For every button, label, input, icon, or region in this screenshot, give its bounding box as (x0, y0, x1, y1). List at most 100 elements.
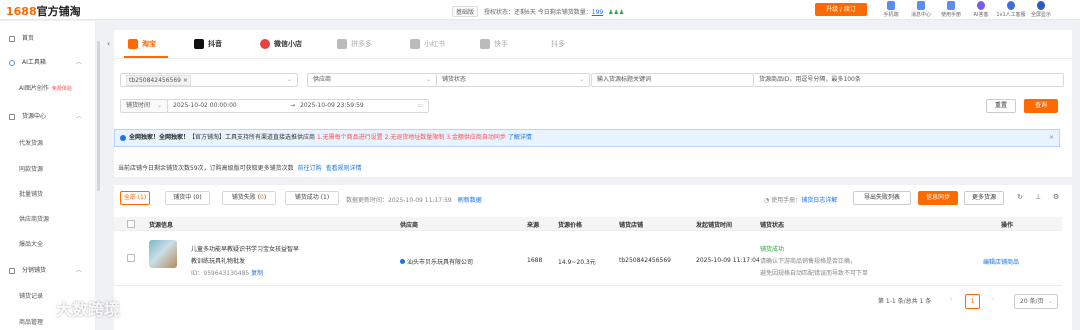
sidebar-group-ai[interactable]: AI工具箱 ︿ (0, 57, 96, 69)
notice-detail-link[interactable]: 了解详情 (508, 134, 532, 141)
status-select[interactable]: 铺货状态 ⌄ (436, 73, 590, 87)
prev-page-icon[interactable]: ‹ (950, 296, 952, 303)
settings-icon[interactable]: ⚙ (1053, 193, 1059, 201)
question-icon: ◔ (764, 197, 770, 204)
store-chip: tb250842456569 × (126, 75, 191, 86)
app-logo: 1688官方铺淘 (6, 5, 81, 18)
scrollbar-thumb[interactable] (97, 41, 100, 191)
top-fullscreen[interactable]: 全屏显示 (1026, 0, 1056, 20)
sidebar-item-batch[interactable]: 批量铺货 (0, 189, 96, 201)
product-id-input[interactable]: 货源商品ID，用逗号分隔，最多100条 (753, 73, 1064, 87)
cart-icon (9, 114, 15, 120)
sidebar-group-sources[interactable]: 货源中心 ︿ (0, 111, 96, 123)
ai-toolbox-icon (9, 60, 15, 66)
trial-badge: 基础版 (452, 6, 479, 17)
collapse-sidebar-icon[interactable]: ‹ (107, 39, 113, 48)
reset-button[interactable]: 重置 (986, 99, 1016, 113)
tab-pinduoduo[interactable]: 拼多多 (337, 39, 372, 51)
export-failed-button[interactable]: 导出失败列表 (853, 191, 911, 205)
refresh-data-link[interactable]: 刷新数据 (458, 197, 482, 204)
top-manual[interactable]: 使用手册 (936, 0, 966, 20)
kuaishou-icon (480, 39, 490, 49)
refresh-icon[interactable]: ↻ (1017, 193, 1023, 201)
supplier-icon (400, 259, 405, 264)
upgrade-button[interactable]: 升级 / 续订 (815, 3, 867, 16)
tab-xiaohongshu[interactable]: 小红书 (410, 39, 445, 51)
headset-icon (1007, 1, 1015, 10)
top-support[interactable]: 1v1人工客服 (996, 0, 1026, 20)
chevron-down-icon: ⌄ (156, 102, 162, 109)
status-tab-in-progress[interactable]: 铺货中 (0) (165, 191, 210, 205)
status-tab-success[interactable]: 铺货成功 (1) (285, 191, 339, 205)
wechat-store-icon (260, 39, 270, 49)
top-messages[interactable]: 消息中心 (906, 0, 936, 20)
taobao-icon (128, 39, 138, 49)
top-ai[interactable]: AI答客 (966, 0, 996, 20)
tab-douduo[interactable]: 抖多 (551, 39, 565, 51)
more-sources-button[interactable]: 更多货源 (964, 191, 1004, 205)
next-page-icon[interactable]: › (992, 296, 994, 303)
start-time: 2025-10-02 00:00:00 (173, 102, 237, 109)
calendar-icon: ▭ (417, 102, 423, 109)
supplier-select[interactable]: 供应商 ⌄ (307, 73, 437, 87)
quota-text: 当前店铺今日剩余铺货次数59次，订购高级版可获取更多铺货次数 前往订购 查看规则详情 (118, 165, 362, 172)
tab-kuaishou[interactable]: 快手 (480, 39, 508, 51)
close-icon[interactable]: × (1049, 130, 1054, 146)
sidebar-item-dropship[interactable]: 代发货源 (0, 138, 96, 150)
data-update-time: 数据更新时间：2025-10-09 11:17:59 刷新数据 (346, 197, 482, 204)
page-size-select[interactable]: 20 条/页 ⌄ (1014, 294, 1058, 309)
copy-id-link[interactable]: 复制 (251, 270, 263, 277)
chevron-down-icon: ⌄ (425, 76, 431, 83)
bell-icon (917, 1, 925, 10)
sidebar-scrollbar[interactable] (96, 33, 100, 330)
watermark-logo-icon (38, 303, 52, 318)
top-phone[interactable]: 手机端 (876, 0, 906, 20)
edit-store-product-link[interactable]: 编辑店铺商品 (983, 257, 1019, 266)
product-image[interactable] (149, 240, 177, 268)
tab-taobao[interactable]: 淘宝 (128, 39, 156, 51)
table-row: 儿童多功能早教疑识书学习宝女孩益智早 教训练玩具礼物批发 ID：95964313… (114, 232, 1062, 286)
tab-douyin[interactable]: 抖音 (194, 39, 222, 51)
select-all-checkbox[interactable] (127, 220, 135, 228)
status-note-2: 避免因规格自动匹配错误而导致不可下单 (760, 270, 869, 277)
distribution-icon (9, 268, 15, 274)
tab-wechat-store[interactable]: 微信小店 (260, 39, 302, 51)
product-id: ID：959643130485 复制 (191, 270, 264, 277)
range-arrow-icon: → (290, 102, 296, 109)
sync-button[interactable]: 信息同步 (918, 191, 958, 205)
time-type-select[interactable]: 铺货时间 ⌄ (120, 99, 168, 113)
keyword-input[interactable]: 输入货源标题关键词 (591, 73, 754, 87)
fullscreen-icon (1037, 1, 1045, 10)
sidebar-item-home[interactable]: 首页 (0, 33, 96, 45)
row-checkbox[interactable] (127, 254, 135, 262)
table-header: 货源信息 供应商 来源 货源价格 铺货店铺 发起铺货时间 铺货状态 操作 (114, 217, 1062, 231)
page-1-button[interactable]: 1 (965, 294, 980, 309)
supplier-name[interactable]: 汕头市贝乐玩具有限公司 (400, 257, 473, 266)
search-button[interactable]: 查询 (1024, 99, 1058, 113)
date-range-picker[interactable]: 2025-10-02 00:00:00 → 2025-10-09 23:59:5… (167, 99, 429, 113)
sidebar-item-same[interactable]: 同款货源 (0, 164, 96, 176)
status-tab-all[interactable]: 全部 (1) (120, 191, 150, 205)
status-tab-failed[interactable]: 铺货失败 (0) (222, 191, 276, 205)
chevron-up-icon: ︿ (76, 113, 83, 120)
sidebar-item-supplier[interactable]: 供应商货源 (0, 214, 96, 226)
product-title-line2[interactable]: 教训练玩具礼物批发 (191, 256, 245, 265)
time-cell: 2025-10-09 11:17:04 (696, 257, 760, 264)
chevron-down-icon: ⌄ (1047, 298, 1053, 305)
users-icon: ♟♟♟ (608, 9, 625, 16)
top-icon-bar: 手机端 消息中心 使用手册 AI答客 1v1人工客服 全屏显示 (876, 0, 1056, 20)
sidebar: 首页 AI工具箱 ︿ AI图片创作 免费体验 货源中心 ︿ 代发货源 同款货源 批量铺… (0, 21, 96, 330)
sidebar-group-distribution[interactable]: 分销铺货 ︿ (0, 265, 96, 277)
subscribe-link[interactable]: 前往订购 (298, 165, 322, 172)
price-cell: 14.9~20.3元 (558, 259, 596, 266)
rules-link[interactable]: 查看规则详情 (326, 165, 362, 172)
density-icon[interactable]: ⊥ (1035, 193, 1041, 201)
remaining-count[interactable]: 199 (592, 9, 603, 16)
product-title[interactable]: 儿童多功能早教疑识书学习宝女孩益智早 (191, 244, 299, 253)
log-guide-link[interactable]: 铺货日志详解 (801, 197, 837, 204)
chevron-down-icon: ⌄ (578, 76, 584, 83)
store-cell: tb250842456569 (619, 257, 671, 264)
sidebar-item-ai-image[interactable]: AI图片创作 免费体验 (0, 83, 96, 95)
store-select[interactable]: tb250842456569 × ⌄ (120, 73, 298, 87)
sidebar-item-hot[interactable]: 爆品大全 (0, 239, 96, 251)
